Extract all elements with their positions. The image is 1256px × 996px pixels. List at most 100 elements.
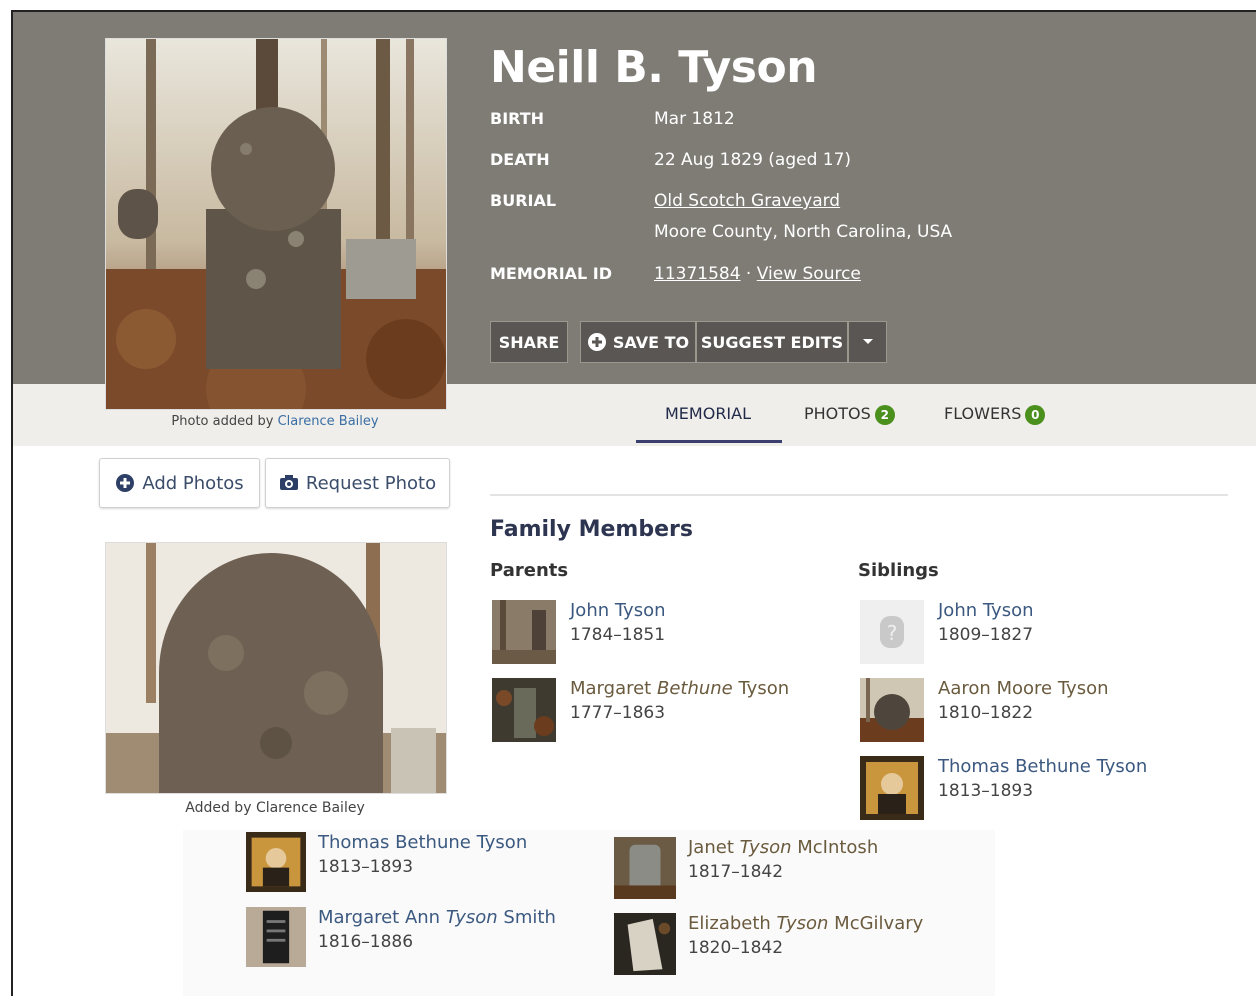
memorial-page: Photo added by Clarence Bailey Neill B. … [11,10,1256,996]
member-thumbnail [246,907,306,967]
headstone-thumb-image [246,907,306,967]
family-member-john-tyson[interactable]: John Tyson 1784–1851 [492,600,832,666]
stone-credit-link[interactable]: Clarence Bailey [256,800,365,816]
plus-circle-icon [116,474,135,492]
member-thumbnail: ? [860,600,924,664]
member-thumbnail [492,600,556,664]
view-source-link[interactable]: View Source [757,264,861,284]
member-name: Aaron Moore Tyson [938,678,1109,699]
family-member-john-tyson-sibling[interactable]: ? John Tyson 1809–1827 [860,600,1200,666]
member-maiden-name: Bethune [656,678,733,699]
unknown-person-icon: ? [860,600,924,664]
photo-credit: Photo added by Clarence Bailey [105,414,445,429]
member-maiden-name: Tyson [445,907,498,928]
memorial-id-label: MEMORIAL ID [490,264,613,283]
member-years: 1784–1851 [570,625,666,645]
member-first-name: Elizabeth [688,913,777,934]
family-members-title: Family Members [490,517,693,542]
save-to-button[interactable]: SAVE TO [580,321,696,363]
member-thumbnail [614,837,676,899]
request-photo-button[interactable]: Request Photo [265,458,450,508]
member-first-name: Margaret [570,678,657,699]
member-first-name: John Tyson [938,600,1034,621]
member-thumbnail [860,756,924,820]
main-memorial-photo[interactable] [105,38,447,410]
family-member-elizabeth-tyson-mcgilvary[interactable]: Elizabeth Tyson McGilvary 1820–1842 [614,913,954,979]
death-value: 22 Aug 1829 (aged 17) [654,150,852,170]
suggest-edits-button[interactable]: SUGGEST EDITS [696,321,848,363]
member-name: Thomas Bethune Tyson [318,832,527,853]
burial-place[interactable]: Old Scotch Graveyard [654,191,840,211]
burial-label: BURIAL [490,191,557,210]
member-name: John Tyson [570,600,666,621]
member-years: 1820–1842 [688,938,784,958]
family-member-thomas-bethune-tyson-2[interactable]: Thomas Bethune Tyson 1813–1893 [246,832,586,898]
tab-flowers-label: FLOWERS [944,404,1022,423]
member-years: 1813–1893 [938,781,1034,801]
memorial-name: Neill B. Tyson [490,42,818,93]
portrait-thumb-image [246,832,306,892]
svg-text:?: ? [887,621,898,645]
headstone-inscription-image [106,543,446,793]
member-years: 1810–1822 [938,703,1034,723]
portrait-thumb-image [860,756,924,820]
member-first-name: Thomas Bethune Tyson [318,832,528,853]
family-member-thomas-bethune-tyson[interactable]: Thomas Bethune Tyson 1813–1893 [860,756,1200,822]
share-label: SHARE [498,332,560,352]
member-last-name: Smith [497,907,556,928]
member-name: Elizabeth Tyson McGilvary [688,913,923,934]
parents-label: Parents [490,560,569,581]
family-member-margaret-ann-tyson-smith[interactable]: Margaret Ann Tyson Smith 1816–1886 [246,907,586,973]
burial-place-link[interactable]: Old Scotch Graveyard [654,191,840,211]
member-last-name: McIntosh [791,837,879,858]
member-years: 1816–1886 [318,932,414,952]
member-years: 1777–1863 [570,703,666,723]
add-photos-button[interactable]: Add Photos [99,458,260,508]
member-last-name: McGilvary [828,913,924,934]
photo-credit-prefix: Photo added by [171,414,278,429]
member-first-name: Margaret Ann [318,907,446,928]
member-first-name: Aaron Moore Tyson [938,678,1109,699]
request-photo-label: Request Photo [305,472,437,494]
member-name: Margaret Bethune Tyson [570,678,789,699]
photos-count-badge: 2 [874,404,895,425]
member-years: 1817–1842 [688,862,784,882]
member-last-name: Tyson [732,678,790,699]
save-to-label: SAVE TO [612,332,690,352]
member-years: 1813–1893 [318,857,414,877]
memorial-id-separator: · [740,264,757,284]
stone-photo-credit: Added by Clarence Bailey [105,800,445,816]
headstone-thumb-image [492,678,556,742]
memorial-id-value[interactable]: 11371584 [654,264,741,284]
headstone-photo-image [106,39,446,409]
tab-photos-label: PHOTOS [804,404,871,423]
more-options-button[interactable] [848,321,887,363]
family-member-aaron-moore-tyson[interactable]: Aaron Moore Tyson 1810–1822 [860,678,1200,744]
headstone-thumb-image [860,678,924,742]
member-maiden-name: Tyson [776,913,829,934]
tab-photos[interactable]: PHOTOS 2 [804,404,895,425]
tab-active-underline [636,440,782,443]
share-button[interactable]: SHARE [490,321,568,363]
siblings-label: Siblings [858,560,939,581]
headstone-inscription-photo[interactable] [105,542,447,794]
memorial-id-row: 11371584 · View Source [654,264,861,284]
photo-credit-link[interactable]: Clarence Bailey [278,414,379,429]
burial-location: Moore County, North Carolina, USA [654,222,953,242]
plus-circle-icon [587,333,606,351]
tab-memorial[interactable]: MEMORIAL [665,404,751,423]
headstone-thumb-image [492,600,556,664]
member-first-name: Janet [688,837,740,858]
member-thumbnail [614,913,676,975]
camera-icon [279,475,298,490]
family-member-janet-tyson-mcintosh[interactable]: Janet Tyson McIntosh 1817–1842 [614,837,954,903]
stone-credit-prefix: Added by [185,800,256,816]
headstone-thumb-image [614,837,676,899]
member-name: Thomas Bethune Tyson [938,756,1147,777]
family-member-margaret-bethune-tyson[interactable]: Margaret Bethune Tyson 1777–1863 [492,678,832,744]
member-thumbnail [860,678,924,742]
tab-flowers[interactable]: FLOWERS 0 [944,404,1046,425]
member-name: Janet Tyson McIntosh [688,837,878,858]
headstone-thumb-image [614,913,676,975]
member-maiden-name: Tyson [739,837,792,858]
